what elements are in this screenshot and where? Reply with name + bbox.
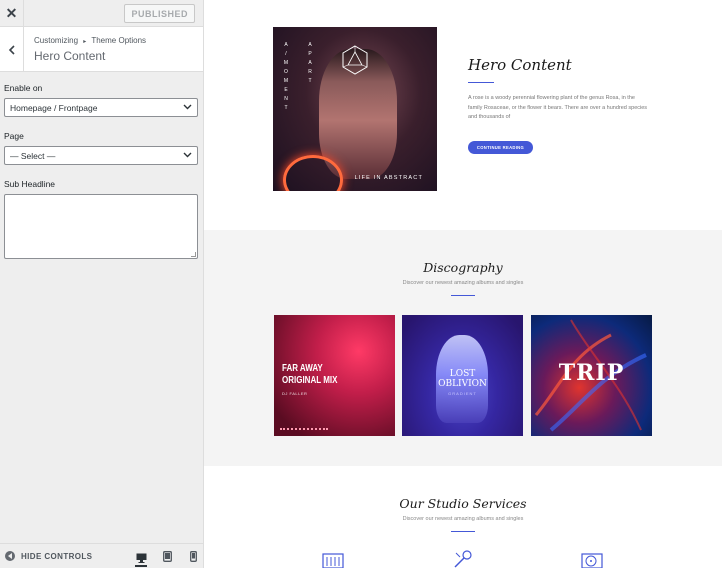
hide-controls-button[interactable]: HIDE CONTROLS [5, 551, 92, 561]
album-card[interactable]: FAR AWAY ORIGINAL MIX DJ FALLER [274, 315, 395, 436]
mixer-icon [322, 550, 344, 568]
turntable-icon [581, 550, 603, 568]
hide-controls-label: HIDE CONTROLS [21, 551, 93, 561]
services-subtitle: Discover our newest amazing albums and s… [402, 516, 524, 522]
sub-headline-label: Sub Headline [4, 179, 56, 189]
page-label: Page [4, 131, 24, 141]
continue-reading-button[interactable]: CONTINUE READING [468, 141, 533, 154]
discography-underline [451, 295, 475, 296]
close-icon[interactable]: ✕ [0, 0, 24, 27]
enable-on-label: Enable on [4, 83, 43, 93]
discography-section: Discography Discover our newest amazing … [204, 230, 722, 466]
back-button[interactable] [0, 27, 24, 72]
discography-subtitle: Discover our newest amazing albums and s… [402, 280, 524, 286]
published-button[interactable]: PUBLISHED [124, 4, 195, 23]
enable-on-select[interactable]: Homepage / Frontpage [4, 98, 198, 117]
hero-title-underline [468, 82, 494, 83]
hero-image-tag: LIFE IN ABSTRACT [354, 175, 423, 181]
album-artist: GRADIENT [448, 391, 477, 396]
vertical-text-right: APART [308, 42, 312, 84]
chevron-down-icon [183, 104, 192, 110]
enable-on-value: Homepage / Frontpage [10, 102, 98, 113]
album-artist: DJ FALLER [282, 391, 308, 396]
hero-image: A / M O M E N T APART LIFE IN ABSTRACT [273, 27, 437, 191]
decorative-dots [280, 428, 328, 430]
page-value: — Select — [10, 150, 56, 161]
album-title: TRIP [558, 360, 625, 386]
breadcrumb: Customizing ▸ Theme Options [34, 36, 146, 45]
album-card[interactable]: TRIP [531, 315, 652, 436]
page-select[interactable]: — Select — [4, 146, 198, 165]
tablet-icon[interactable] [161, 550, 173, 562]
site-preview: A / M O M E N T APART LIFE IN ABSTRACT Hero Con… [204, 0, 722, 568]
controls-panel: Enable on Homepage / Frontpage Page — Se… [0, 72, 203, 259]
album-title: LOST OBLIVION [438, 369, 487, 389]
sub-headline-textarea[interactable] [4, 194, 198, 259]
breadcrumb-root: Customizing [34, 36, 79, 45]
geometric-logo-icon [342, 45, 368, 75]
chevron-down-icon [183, 152, 192, 158]
section-header: Customizing ▸ Theme Options Hero Content [0, 27, 203, 72]
discography-title: Discography [423, 260, 503, 275]
customizer-topbar: ✕ PUBLISHED [0, 0, 203, 27]
breadcrumb-parent: Theme Options [91, 36, 147, 45]
collapse-icon [5, 551, 15, 561]
services-underline [451, 531, 475, 532]
customizer-sidebar: ✕ PUBLISHED Customizing ▸ Theme Options … [0, 0, 204, 568]
mobile-icon[interactable] [187, 550, 199, 562]
vertical-text-left: A / M O M E N T [283, 42, 289, 111]
breadcrumb-separator: ▸ [83, 39, 87, 45]
microphone-icon [452, 550, 474, 568]
resize-handle-icon[interactable] [191, 252, 196, 257]
chevron-left-icon [8, 44, 15, 55]
services-title: Our Studio Services [399, 496, 527, 511]
hero-title: Hero Content [468, 56, 572, 74]
album-card[interactable]: LOST OBLIVION GRADIENT [402, 315, 523, 436]
section-title: Hero Content [34, 49, 106, 63]
customizer-footer: HIDE CONTROLS [0, 543, 203, 568]
album-title: FAR AWAY ORIGINAL MIX [282, 363, 338, 386]
hero-text: A rose is a woody perennial flowering pl… [468, 95, 648, 120]
desktop-icon[interactable] [135, 550, 147, 567]
